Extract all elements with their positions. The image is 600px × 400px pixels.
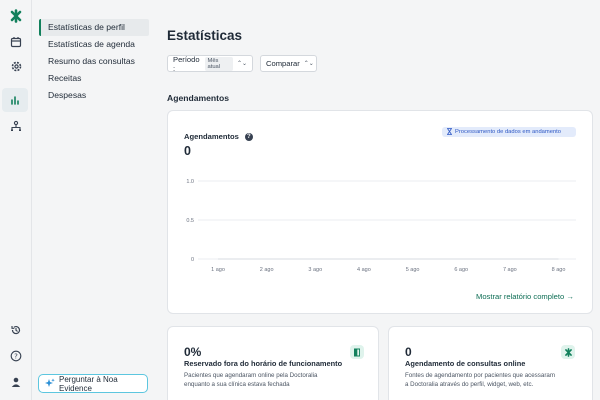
stat-value: 0% (184, 345, 202, 359)
chevron-updown-icon: ⌃⌄ (303, 61, 314, 67)
calendar-icon[interactable] (6, 32, 26, 52)
chevron-updown-icon: ⌃⌄ (236, 61, 247, 67)
period-value: Mês atual (204, 56, 233, 71)
nav-item-agenda-stats[interactable]: Estatísticas de agenda (39, 36, 149, 53)
gear-icon[interactable] (6, 56, 26, 76)
x-tick-label: 5 ago (406, 267, 420, 273)
hourglass-icon (446, 127, 453, 137)
user-icon[interactable] (6, 372, 26, 392)
section-title: Agendamentos (167, 93, 230, 103)
appointments-chart-card: Agendamentos ? 0 Processamento de dados … (167, 110, 593, 314)
after-hours-stat-card: 0% Reservado fora do horário de funciona… (167, 326, 379, 400)
chart-title: Agendamentos ? (184, 132, 253, 141)
main-content: Estatísticas Período : Mês atual ⌃⌄ Comp… (156, 0, 600, 400)
x-tick-label: 8 ago (552, 267, 566, 273)
stat-value: 0 (405, 345, 412, 359)
history-icon[interactable] (6, 320, 26, 340)
stat-description: Fontes de agendamento por pacientes que … (405, 372, 555, 388)
show-full-report-text: Mostrar relatório completo (476, 292, 565, 301)
x-tick-label: 2 ago (260, 267, 274, 273)
online-booking-stat-card: 0 Agendamento de consultas online Fontes… (388, 326, 593, 400)
appointments-line-chart: 1.0 0.5 0 1 ago 2 ago 3 ago 4 ago 5 ago 6 ago 7 a… (186, 179, 576, 273)
doctoralia-logo-icon[interactable] (6, 6, 26, 26)
ask-noa-button[interactable]: Perguntar à Noa Evidence (38, 374, 148, 393)
arrow-right-icon: → (566, 292, 574, 301)
nav-item-expenses[interactable]: Despesas (39, 87, 149, 104)
period-label: Período : (173, 54, 200, 73)
stat-description: Pacientes que agendaram online pela Doct… (184, 372, 318, 388)
help-icon[interactable]: ? (6, 346, 26, 366)
x-tick-label: 7 ago (503, 267, 517, 273)
sparkle-icon (45, 378, 55, 390)
page-title: Estatísticas (167, 28, 243, 43)
nav-item-consult-summary[interactable]: Resumo das consultas (39, 53, 149, 70)
x-tick-label: 4 ago (357, 267, 371, 273)
svg-text:?: ? (14, 352, 18, 360)
appointments-total: 0 (184, 144, 191, 158)
statistics-nav: Estatísticas de perfil Estatísticas de a… (32, 0, 156, 400)
icon-rail: ? (0, 0, 32, 400)
x-tick-label: 3 ago (308, 267, 322, 273)
nav-item-profile-stats[interactable]: Estatísticas de perfil (39, 19, 149, 36)
doctoralia-logo-icon (561, 345, 575, 359)
stat-label: Reservado fora do horário de funcionamen… (184, 359, 343, 368)
stat-label: Agendamento de consultas online (405, 359, 526, 368)
statistics-icon[interactable] (2, 88, 28, 112)
processing-badge: Processamento de dados em andamento (442, 127, 576, 137)
help-icon[interactable]: ? (244, 132, 253, 141)
door-icon (350, 345, 364, 359)
x-tick-label: 1 ago (211, 267, 225, 273)
y-tick-label: 0.5 (186, 218, 194, 224)
ask-noa-label: Perguntar à Noa Evidence (59, 374, 118, 393)
compare-label: Comparar (266, 59, 300, 68)
org-chart-icon[interactable] (6, 116, 26, 136)
x-tick-label: 6 ago (454, 267, 468, 273)
y-tick-label: 0 (191, 257, 194, 263)
compare-select[interactable]: Comparar ⌃⌄ (260, 55, 317, 72)
chart-title-text: Agendamentos (184, 132, 239, 141)
show-full-report-link[interactable]: Mostrar relatório completo → (476, 292, 574, 301)
nav-item-revenue[interactable]: Receitas (39, 70, 149, 87)
period-select[interactable]: Período : Mês atual ⌃⌄ (167, 54, 253, 73)
processing-badge-text: Processamento de dados em andamento (455, 129, 562, 135)
y-tick-label: 1.0 (186, 179, 194, 185)
